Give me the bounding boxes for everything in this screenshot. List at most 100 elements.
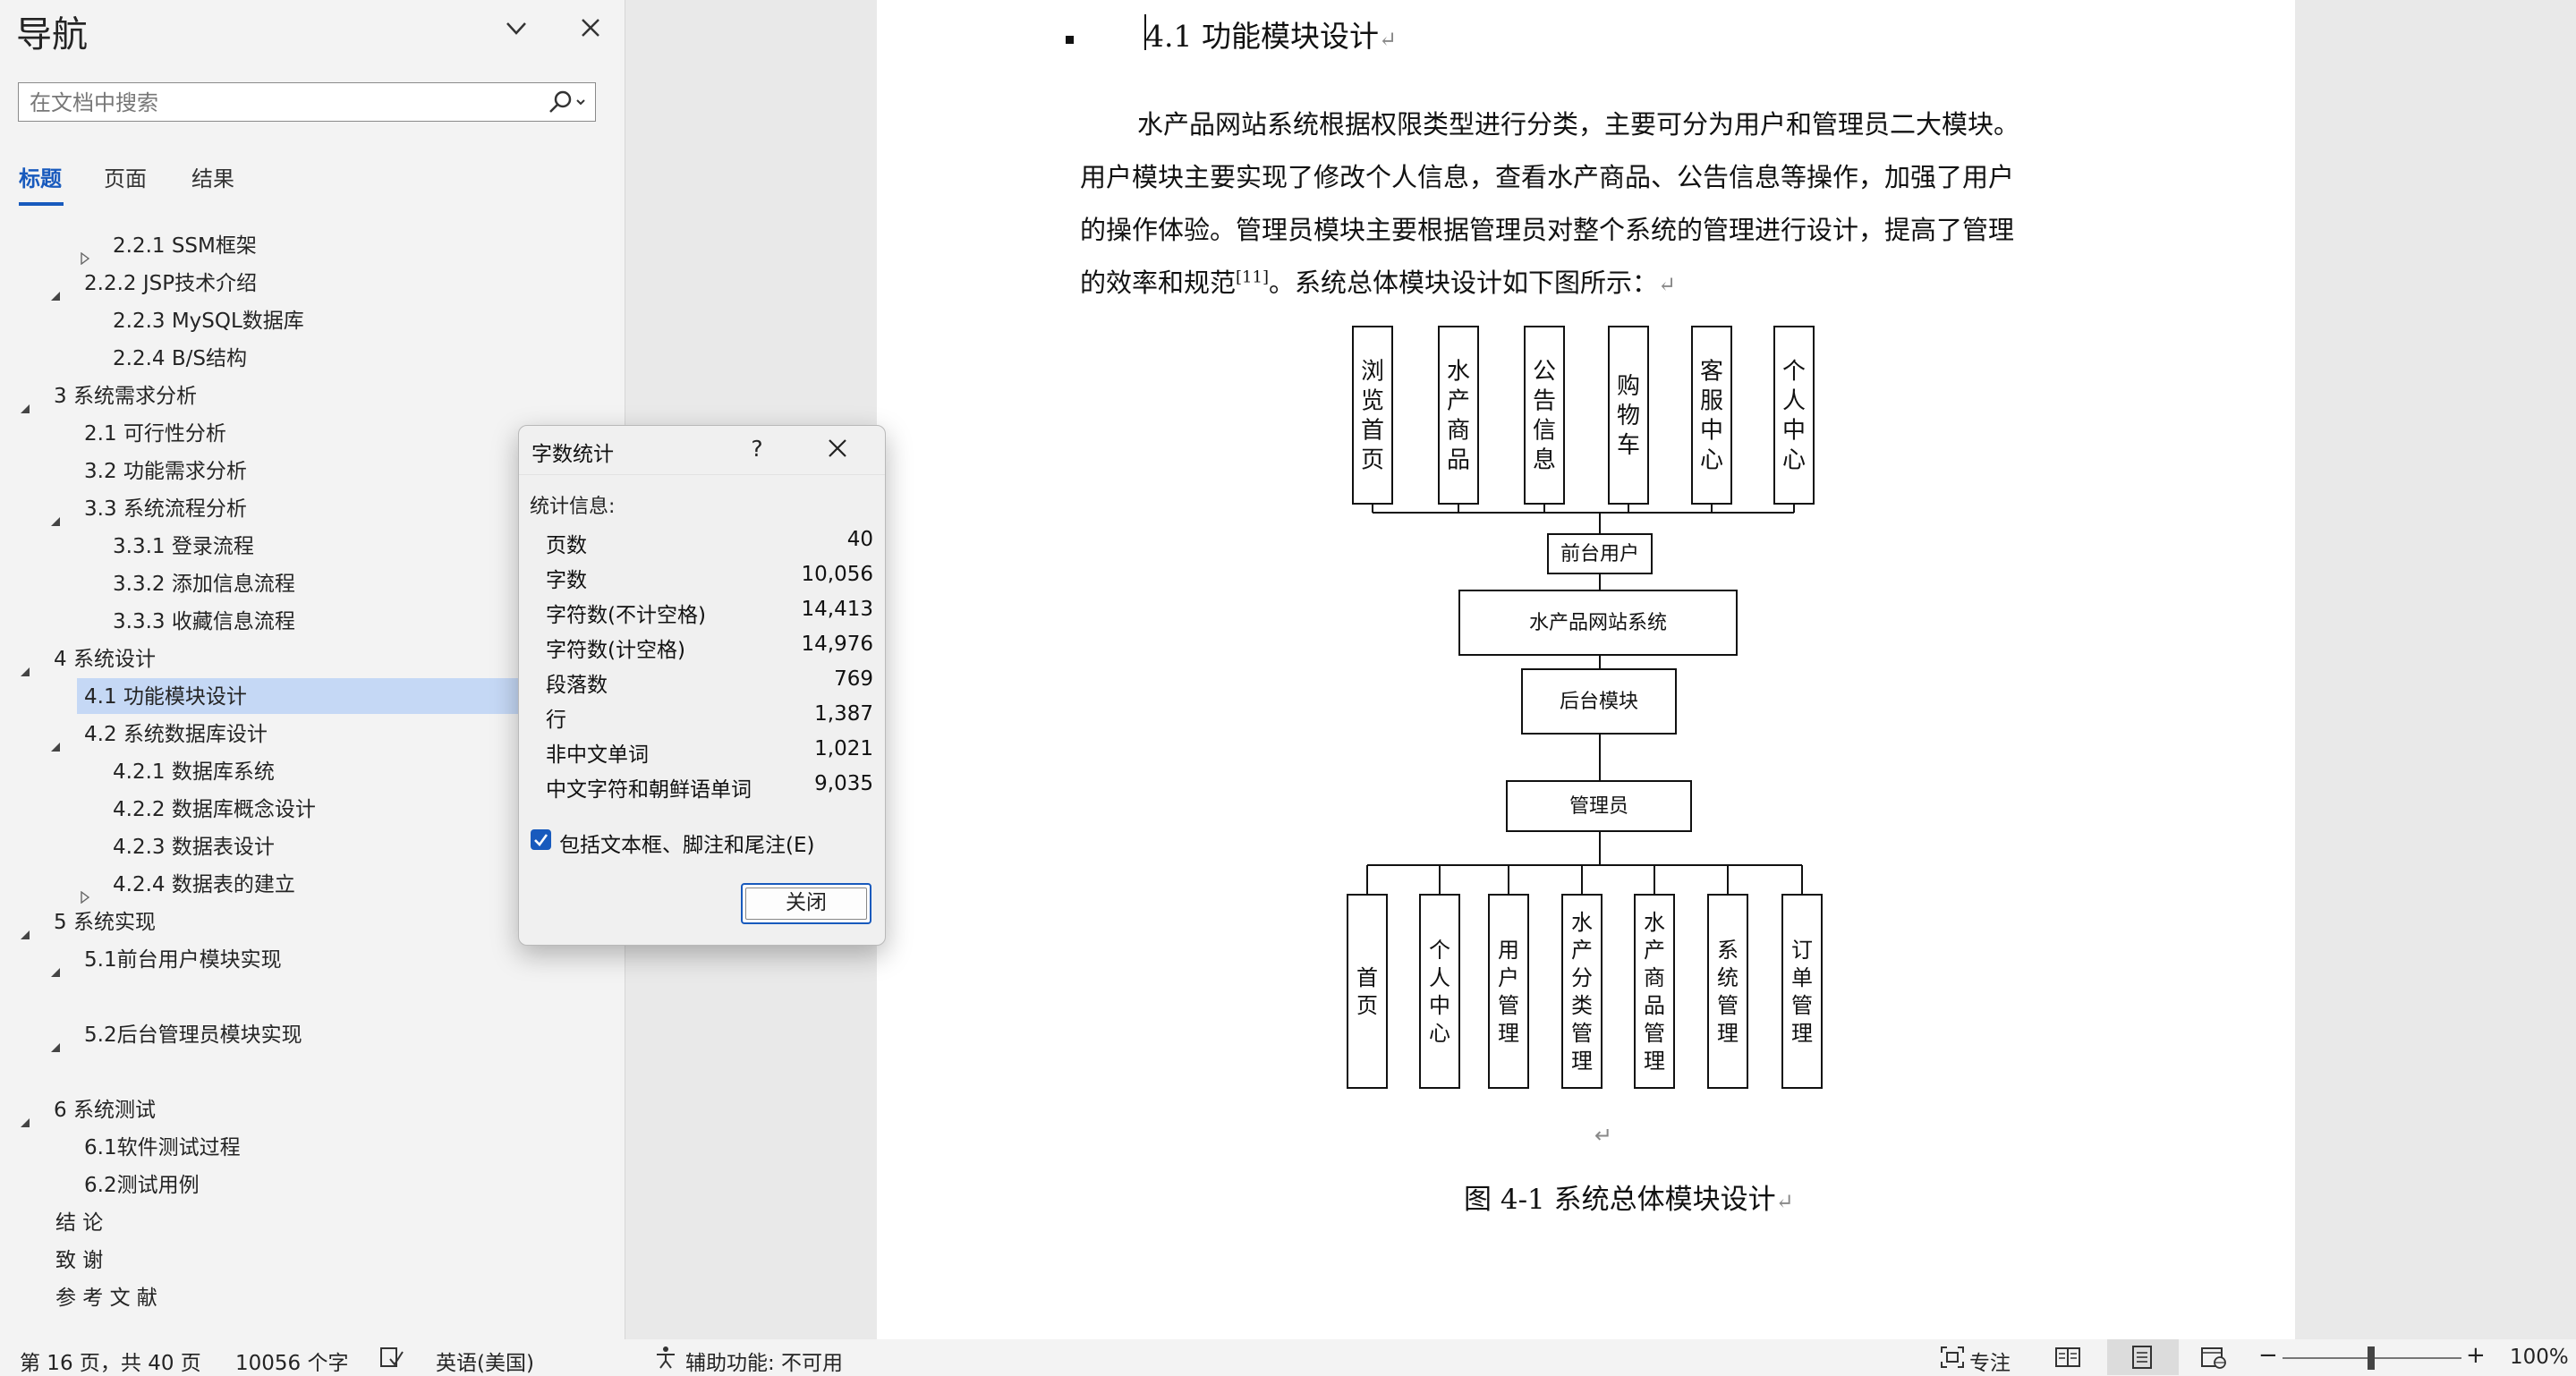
outline-item[interactable]: 3.3.1 登录流程 — [0, 529, 519, 565]
outline-item-label: 4.2.2 数据库概念设计 — [113, 798, 316, 821]
page-info[interactable]: 第 16 页，共 40 页 — [20, 1346, 201, 1376]
outline-item-label: 3.2 功能需求分析 — [84, 460, 247, 483]
stat-row: 页数 40 — [546, 522, 873, 557]
zoom-level[interactable]: 100% — [2510, 1346, 2569, 1369]
print-layout-icon[interactable] — [2128, 1345, 2156, 1375]
word-count-status[interactable]: 10056 个字 — [235, 1346, 348, 1376]
paragraph-line-1[interactable]: 水产品网站系统根据权限类型进行分类，主要可分为用户和管理员二大模块。 — [1137, 104, 2019, 141]
close-icon[interactable] — [573, 13, 608, 45]
accessibility-status[interactable]: 辅助功能: 不可用 — [685, 1346, 843, 1376]
outline-item[interactable]: 参 考 文 献 — [0, 1280, 519, 1316]
section-heading[interactable]: 4.1 功能模块设计↵ — [1145, 13, 1397, 55]
outline-item[interactable]: 2.1 可行性分析 — [0, 416, 519, 452]
close-icon[interactable] — [818, 433, 857, 465]
search-icon[interactable] — [541, 87, 591, 117]
stat-row: 段落数 769 — [546, 662, 873, 697]
outline-item[interactable]: 4 系统设计 — [0, 641, 519, 677]
outline-item[interactable]: 3 系统需求分析 — [0, 378, 519, 414]
outline-item[interactable]: 4.2.3 数据表设计 — [0, 829, 519, 865]
language-status[interactable]: 英语(美国) — [436, 1346, 534, 1376]
paragraph-line-4[interactable]: 的效率和规范[11]。系统总体模块设计如下图所示：↵ — [1080, 262, 1676, 300]
outline-item[interactable]: 3.3.3 收藏信息流程 — [0, 604, 519, 640]
tab-results[interactable]: 结果 — [191, 161, 234, 192]
outline-item[interactable]: 6 系统测试 — [0, 1092, 519, 1128]
zoom-in-icon[interactable]: + — [2466, 1342, 2486, 1369]
outline-item[interactable]: 2.2.4 B/S结构 — [0, 341, 519, 377]
checkbox-label[interactable]: 包括文本框、脚注和尾注(E) — [559, 828, 814, 858]
top-module-box — [1438, 326, 1479, 505]
stat-value: 40 — [846, 528, 873, 551]
outline-item-label: 5.2后台管理员模块实现 — [84, 1024, 302, 1047]
outline-item[interactable]: 6.2测试用例 — [0, 1168, 519, 1203]
help-icon[interactable]: ? — [741, 433, 773, 465]
stat-label: 段落数 — [546, 674, 608, 697]
outline-item[interactable]: 结 论 — [0, 1205, 519, 1241]
outline-item-label: 参 考 文 献 — [55, 1287, 157, 1310]
outline-item-label: 3.3.2 添加信息流程 — [113, 573, 295, 596]
stats-section-label: 统计信息: — [530, 496, 616, 518]
stat-value: 1,387 — [814, 702, 873, 726]
focus-icon[interactable] — [1939, 1345, 1966, 1375]
outline-item-label: 4.2 系统数据库设计 — [84, 723, 268, 746]
tab-headings[interactable]: 标题 — [19, 161, 62, 192]
outline-item-label: 6 系统测试 — [54, 1099, 156, 1122]
stat-row: 中文字符和朝鲜语单词 9,035 — [546, 767, 873, 802]
search-input[interactable] — [28, 87, 550, 119]
paragraph-mark: ↵ — [1594, 1123, 1613, 1148]
outline-item[interactable]: 3.2 功能需求分析 — [0, 454, 519, 489]
figure-caption: 图 4-1 系统总体模块设计↵ — [1464, 1176, 1794, 1217]
outline-item-label: 3.3.3 收藏信息流程 — [113, 610, 295, 633]
bottom-module-box — [1488, 894, 1529, 1089]
accessibility-icon[interactable] — [652, 1345, 679, 1375]
outline-item-label: 6.2测试用例 — [84, 1174, 200, 1197]
outline-item-label: 2.2.4 B/S结构 — [113, 347, 247, 370]
paragraph-line-3[interactable]: 的操作体验。管理员模块主要根据管理员对整个系统的管理进行设计，提高了管理 — [1080, 209, 2014, 247]
stat-value: 9,035 — [814, 772, 873, 795]
paragraph-mark: ↵ — [1657, 272, 1677, 297]
divider — [519, 474, 885, 475]
outline-item[interactable]: 致 谢 — [0, 1243, 519, 1278]
outline-item[interactable]: 4.2.2 数据库概念设计 — [0, 792, 519, 828]
outline-item[interactable]: 2.2.3 MySQL数据库 — [0, 303, 519, 339]
paragraph-line-2[interactable]: 用户模块主要实现了修改个人信息，查看水产商品、公告信息等操作，加强了用户 — [1080, 157, 2014, 194]
outline-item[interactable]: 5.2后台管理员模块实现 — [0, 1017, 519, 1053]
paragraph-mark: ↵ — [1378, 27, 1398, 52]
module-diagram[interactable]: 浏览首页水产商品公告信息购物车客服中心个人中心前台用户水产品网站系统后台模块管理… — [1333, 318, 1852, 1141]
read-mode-icon[interactable] — [2053, 1345, 2082, 1375]
stat-row: 字数 10,056 — [546, 557, 873, 592]
outline-item-label: 2.2.3 MySQL数据库 — [113, 310, 304, 333]
outline-item-label: 5 系统实现 — [54, 911, 156, 934]
outline-item[interactable]: 5.1前台用户模块实现 — [0, 942, 519, 978]
outline-item-label: 3.3 系统流程分析 — [84, 497, 247, 521]
outline-item-label: 4.2.4 数据表的建立 — [113, 873, 295, 896]
focus-mode[interactable]: 专注 — [1969, 1346, 2011, 1376]
outline-item-label: 结 论 — [55, 1211, 104, 1235]
stat-value: 769 — [834, 667, 873, 691]
tab-pages[interactable]: 页面 — [104, 161, 147, 192]
expanded-triangle-icon[interactable] — [49, 1030, 62, 1066]
active-tab-indicator — [19, 202, 64, 206]
outline-item-label: 致 谢 — [55, 1249, 104, 1272]
chevron-down-icon[interactable] — [498, 13, 534, 45]
outline-item[interactable]: 6.1软件测试过程 — [0, 1130, 519, 1166]
zoom-out-icon[interactable]: − — [2258, 1342, 2278, 1369]
outline-item[interactable]: 4.1 功能模块设计 — [0, 679, 519, 715]
outline-item[interactable]: 4.2.1 数据库系统 — [0, 754, 519, 790]
bottom-module-box — [1707, 894, 1748, 1089]
outline-item[interactable]: 4.2.4 数据表的建立 — [0, 867, 519, 905]
outline-item[interactable]: 2.2.1 SSM框架 — [0, 228, 519, 266]
include-notes-checkbox[interactable] — [531, 829, 551, 850]
stat-label: 字符数(计空格) — [546, 639, 685, 662]
outline-item[interactable]: 5 系统实现 — [0, 905, 519, 940]
outline-item[interactable]: 4.2 系统数据库设计 — [0, 717, 519, 752]
outline-item[interactable]: 2.2.2 JSP技术介绍 — [0, 266, 519, 302]
close-button[interactable]: 关闭 — [741, 883, 871, 924]
outline-item[interactable]: 3.3.2 添加信息流程 — [0, 566, 519, 602]
proofing-icon[interactable] — [378, 1345, 404, 1375]
web-layout-icon[interactable] — [2199, 1345, 2228, 1375]
outline-item[interactable]: 3.3 系统流程分析 — [0, 491, 519, 527]
zoom-slider-thumb[interactable] — [2368, 1346, 2375, 1370]
citation[interactable]: [11] — [1236, 268, 1269, 286]
caption-text: 图 4-1 系统总体模块设计 — [1464, 1184, 1776, 1216]
expanded-triangle-icon[interactable] — [49, 955, 62, 990]
